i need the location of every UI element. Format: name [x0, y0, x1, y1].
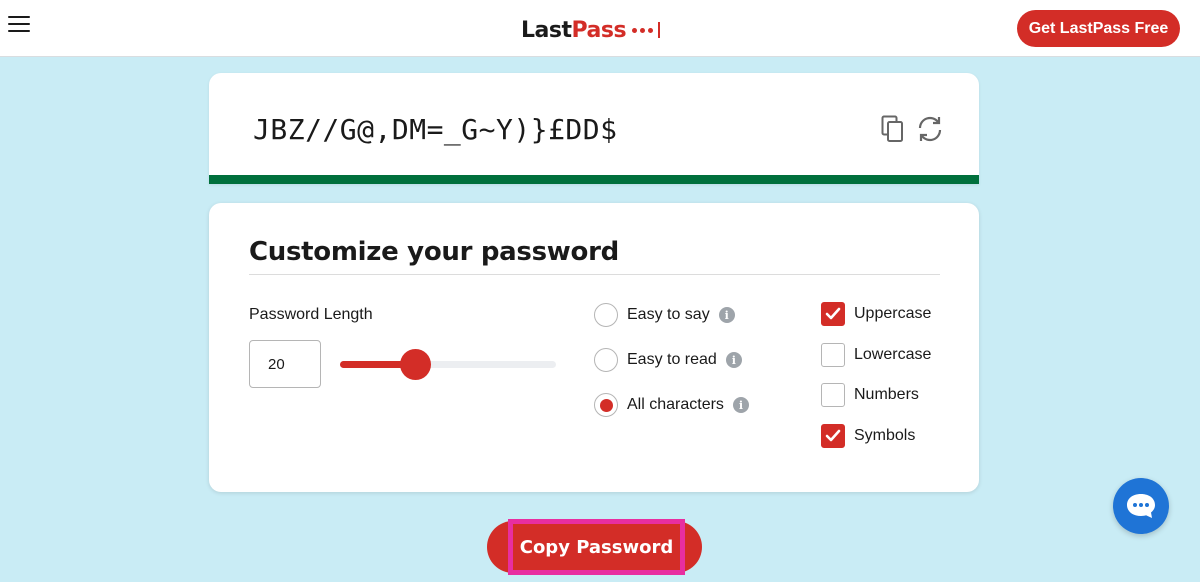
checkbox-label: Symbols — [854, 427, 916, 444]
password-length-input[interactable] — [249, 340, 321, 388]
logo-text-pass: Pass — [571, 17, 627, 43]
site-header: LastPass Get LastPass Free — [0, 0, 1200, 57]
refresh-icon[interactable] — [916, 114, 944, 144]
radio-easy-to-say[interactable]: Easy to say i — [594, 302, 735, 328]
logo-text-last: Last — [521, 17, 572, 43]
checkbox-symbols[interactable]: Symbols — [821, 424, 915, 448]
radio-all-characters[interactable]: All characters i — [594, 392, 749, 418]
checkbox[interactable] — [821, 424, 845, 448]
copy-password-button[interactable]: Copy Password — [487, 519, 702, 575]
checkbox-label: Numbers — [854, 386, 919, 403]
radio-easy-to-read[interactable]: Easy to read i — [594, 347, 742, 373]
password-display-card: JBZ//G@,DM=_G~Y)}£DD$ — [209, 73, 979, 184]
divider — [249, 274, 940, 275]
lastpass-logo[interactable]: LastPass — [521, 14, 661, 46]
checkbox[interactable] — [821, 343, 845, 367]
info-icon[interactable]: i — [732, 397, 749, 413]
get-lastpass-free-button[interactable]: Get LastPass Free — [1017, 10, 1180, 47]
radio-button[interactable] — [594, 303, 618, 327]
customize-card: Customize your password Password Length … — [209, 203, 979, 492]
password-length-label: Password Length — [249, 306, 373, 323]
radio-label: Easy to read — [627, 351, 717, 368]
checkbox-uppercase[interactable]: Uppercase — [821, 302, 931, 326]
copy-icon[interactable] — [879, 114, 907, 144]
checkbox-numbers[interactable]: Numbers — [821, 383, 919, 407]
checkmark-icon — [825, 429, 841, 442]
copy-password-label: Copy Password — [508, 519, 685, 575]
strength-bar — [209, 175, 979, 184]
checkbox-lowercase[interactable]: Lowercase — [821, 343, 931, 367]
logo-dots-icon — [632, 22, 661, 38]
slider-thumb[interactable] — [400, 349, 431, 380]
menu-icon[interactable] — [8, 16, 30, 34]
info-icon[interactable]: i — [725, 352, 742, 368]
radio-button[interactable] — [594, 348, 618, 372]
radio-button[interactable] — [594, 393, 618, 417]
info-icon[interactable]: i — [718, 307, 735, 323]
checkbox[interactable] — [821, 302, 845, 326]
checkbox[interactable] — [821, 383, 845, 407]
customize-title: Customize your password — [249, 237, 619, 267]
checkmark-icon — [825, 307, 841, 320]
length-slider[interactable] — [340, 349, 556, 380]
checkbox-label: Lowercase — [854, 346, 932, 363]
chat-icon[interactable] — [1113, 478, 1169, 534]
radio-label: Easy to say — [627, 306, 710, 323]
radio-label: All characters — [627, 396, 724, 413]
checkbox-label: Uppercase — [854, 305, 932, 322]
generated-password: JBZ//G@,DM=_G~Y)}£DD$ — [253, 113, 618, 146]
